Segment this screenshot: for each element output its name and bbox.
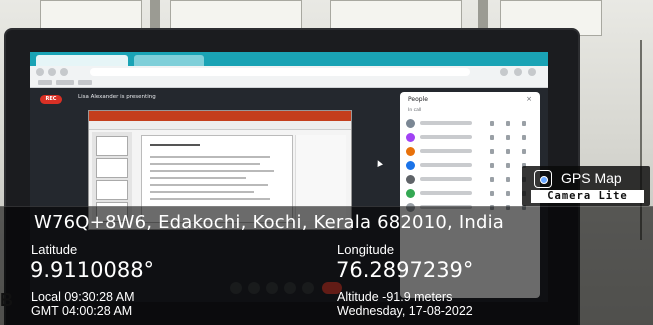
rec-badge: REC bbox=[40, 95, 62, 104]
slide-text-line bbox=[150, 177, 246, 179]
mic-icon[interactable] bbox=[490, 135, 494, 140]
slide-thumbnail[interactable] bbox=[96, 136, 128, 156]
bookmark-item[interactable] bbox=[56, 80, 74, 85]
longitude-label: Longitude bbox=[337, 242, 395, 257]
extension-icon[interactable] bbox=[500, 68, 508, 76]
profile-icon[interactable] bbox=[514, 68, 522, 76]
presenting-banner: Lisa Alexander is presenting bbox=[78, 94, 156, 100]
avatar bbox=[406, 133, 415, 142]
gps-app-name: GPS Map bbox=[561, 170, 622, 186]
latitude-value: 9.9110088° bbox=[30, 258, 155, 282]
pin-icon[interactable] bbox=[506, 135, 510, 140]
participant-row[interactable] bbox=[406, 146, 534, 157]
participant-row[interactable] bbox=[406, 118, 534, 129]
ppt-ribbon bbox=[89, 121, 351, 130]
people-section-label: In call bbox=[408, 108, 422, 113]
more-icon[interactable] bbox=[522, 121, 526, 126]
altitude: Altitude -91.9 meters bbox=[337, 290, 453, 304]
camera-lens-icon bbox=[540, 176, 548, 184]
mic-icon[interactable] bbox=[490, 149, 494, 154]
local-time: Local 09:30:28 AM bbox=[31, 290, 135, 304]
bookmark-item[interactable] bbox=[38, 80, 52, 85]
slide-text-line bbox=[150, 184, 268, 186]
pin-icon[interactable] bbox=[506, 121, 510, 126]
browser-tab[interactable] bbox=[134, 55, 204, 66]
address-text: W76Q+8W6, Edakochi, Kochi, Kerala 682010… bbox=[34, 212, 505, 233]
gps-app-variant: Camera Lite bbox=[531, 190, 644, 203]
mic-icon[interactable] bbox=[490, 177, 494, 182]
pin-icon[interactable] bbox=[506, 191, 510, 196]
overlay-divider bbox=[0, 206, 653, 207]
people-panel-title: People bbox=[408, 96, 428, 103]
gmt-time: GMT 04:00:28 AM bbox=[31, 304, 133, 318]
mic-icon[interactable] bbox=[490, 191, 494, 196]
participant-row[interactable] bbox=[406, 188, 534, 199]
avatar bbox=[406, 147, 415, 156]
bookmarks-bar bbox=[30, 78, 548, 88]
avatar bbox=[406, 175, 415, 184]
url-field[interactable] bbox=[90, 68, 470, 76]
ppt-title-bar bbox=[89, 111, 351, 121]
avatar bbox=[406, 119, 415, 128]
browser-tab-active[interactable] bbox=[36, 55, 128, 66]
pin-icon[interactable] bbox=[506, 149, 510, 154]
participant-row[interactable] bbox=[406, 132, 534, 143]
participant-row[interactable] bbox=[406, 160, 534, 171]
mic-icon[interactable] bbox=[490, 121, 494, 126]
avatar bbox=[406, 161, 415, 170]
camera-icon bbox=[534, 170, 552, 188]
more-icon[interactable] bbox=[522, 135, 526, 140]
slide-thumbnail[interactable] bbox=[96, 158, 128, 178]
participant-name bbox=[420, 135, 472, 139]
browser-tab-strip bbox=[30, 52, 548, 66]
pin-icon[interactable] bbox=[506, 163, 510, 168]
slide-title-line bbox=[150, 144, 200, 146]
slide-text-line bbox=[150, 163, 260, 165]
browser-address-bar bbox=[30, 66, 548, 78]
latitude-label: Latitude bbox=[31, 242, 78, 257]
photo-scene: REC Lisa Alexander is presenting People … bbox=[0, 0, 653, 325]
participant-name bbox=[420, 149, 472, 153]
mic-icon[interactable] bbox=[490, 163, 494, 168]
reload-icon[interactable] bbox=[60, 68, 68, 76]
date-text: Wednesday, 17-08-2022 bbox=[337, 304, 473, 318]
bookmark-item[interactable] bbox=[78, 80, 92, 85]
participant-name bbox=[420, 191, 472, 195]
back-icon[interactable] bbox=[36, 68, 44, 76]
longitude-value: 76.2897239° bbox=[336, 258, 474, 282]
slide-text-line bbox=[150, 191, 254, 193]
menu-icon[interactable] bbox=[528, 68, 536, 76]
participant-row[interactable] bbox=[406, 174, 534, 185]
forward-icon[interactable] bbox=[48, 68, 56, 76]
participant-name bbox=[420, 163, 472, 167]
slide-text-line bbox=[150, 170, 274, 172]
edge-glyph: B bbox=[0, 290, 13, 310]
slide-text-line bbox=[150, 156, 270, 158]
mouse-cursor-icon bbox=[375, 159, 383, 167]
close-icon[interactable]: × bbox=[526, 95, 532, 103]
pin-icon[interactable] bbox=[506, 177, 510, 182]
participant-name bbox=[420, 121, 472, 125]
slide-text-line bbox=[150, 198, 270, 200]
avatar bbox=[406, 189, 415, 198]
more-icon[interactable] bbox=[522, 149, 526, 154]
slide-thumbnail[interactable] bbox=[96, 180, 128, 200]
participant-name bbox=[420, 177, 472, 181]
